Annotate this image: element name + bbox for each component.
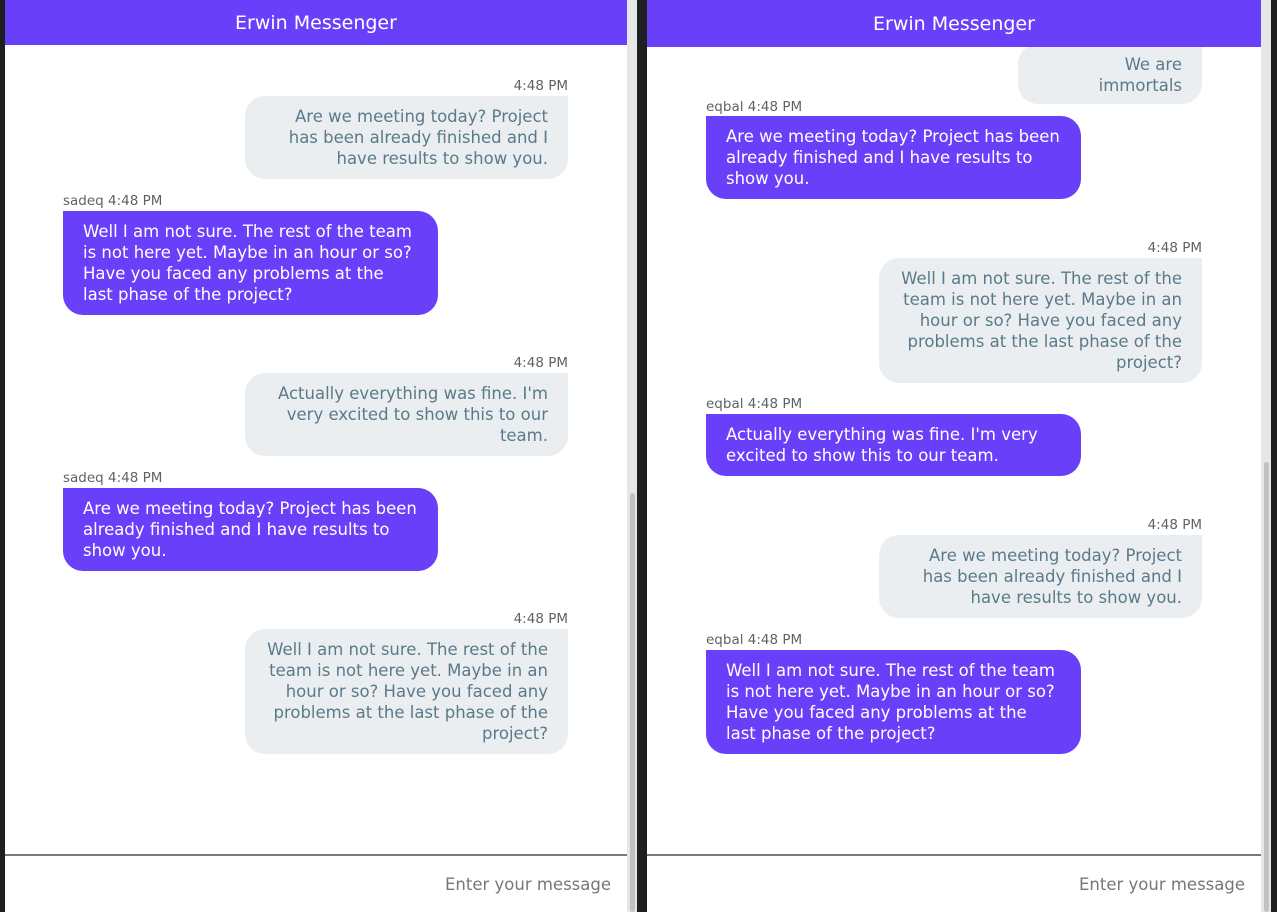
- scrollbar-track[interactable]: [627, 0, 637, 912]
- message-input[interactable]: [647, 856, 1261, 912]
- message-composer: [5, 854, 627, 912]
- message-bubble-received: Well I am not sure. The rest of the team…: [63, 211, 438, 315]
- message-bubble-sent: Are we meeting today? Project has been a…: [879, 535, 1202, 618]
- message-list[interactable]: 4:48 PM Are we meeting today? Project ha…: [5, 0, 627, 854]
- message-meta: 4:48 PM: [513, 78, 568, 94]
- scrollbar-thumb[interactable]: [1264, 462, 1269, 912]
- message-meta: eqbal 4:48 PM: [706, 396, 803, 412]
- message-input[interactable]: [5, 856, 627, 912]
- app-title: Erwin Messenger: [235, 11, 397, 34]
- message-bubble-sent: Are we meeting today? Project has been a…: [245, 96, 568, 179]
- message-bubble-sent: Well I am not sure. The rest of the team…: [245, 629, 568, 754]
- scrollbar-track[interactable]: [1261, 0, 1271, 912]
- message-meta: eqbal 4:48 PM: [706, 632, 803, 648]
- message-meta: 4:48 PM: [1147, 240, 1202, 256]
- message-list[interactable]: We are immortals eqbal 4:48 PM Are we me…: [647, 0, 1261, 854]
- message-bubble-sent: Actually everything was fine. I'm very e…: [245, 373, 568, 456]
- message-composer: [647, 854, 1261, 912]
- chat-header: Erwin Messenger: [5, 0, 627, 45]
- message-meta: sadeq 4:48 PM: [63, 470, 163, 486]
- chat-window-left: 4:48 PM Are we meeting today? Project ha…: [5, 0, 627, 912]
- message-bubble-received: Are we meeting today? Project has been a…: [706, 116, 1081, 199]
- message-bubble-sent: We are immortals: [1018, 44, 1202, 104]
- message-meta: sadeq 4:48 PM: [63, 193, 163, 209]
- message-bubble-sent: Well I am not sure. The rest of the team…: [879, 258, 1202, 383]
- message-bubble-received: Well I am not sure. The rest of the team…: [706, 650, 1081, 754]
- message-bubble-received: Actually everything was fine. I'm very e…: [706, 414, 1081, 476]
- message-meta: 4:48 PM: [513, 355, 568, 371]
- scrollbar-thumb[interactable]: [630, 493, 635, 912]
- chat-window-right: We are immortals eqbal 4:48 PM Are we me…: [647, 0, 1261, 912]
- app-title: Erwin Messenger: [873, 12, 1035, 35]
- message-meta: eqbal 4:48 PM: [706, 99, 803, 115]
- message-meta: 4:48 PM: [1147, 517, 1202, 533]
- chat-header: Erwin Messenger: [647, 0, 1261, 47]
- message-meta: 4:48 PM: [513, 611, 568, 627]
- message-bubble-received: Are we meeting today? Project has been a…: [63, 488, 438, 571]
